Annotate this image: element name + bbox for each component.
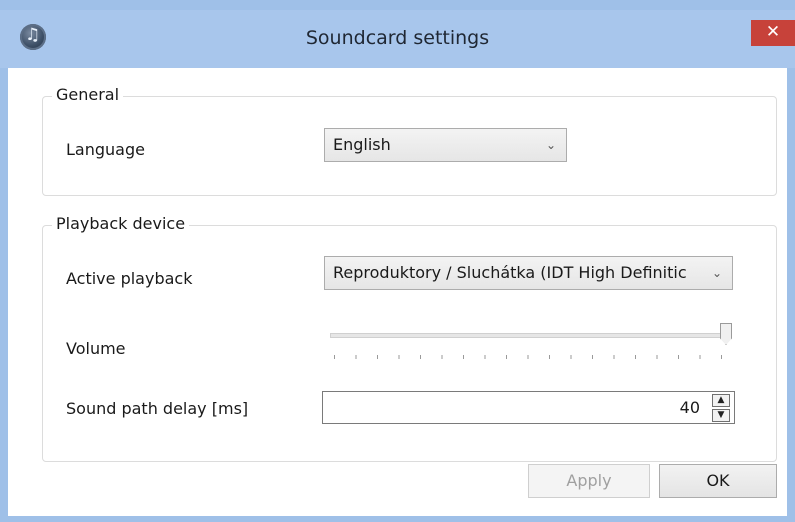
ok-button[interactable]: OK — [659, 464, 777, 498]
triangle-down-icon[interactable]: ▼ — [712, 409, 730, 422]
chevron-down-icon: ⌄ — [711, 266, 722, 280]
volume-label: Volume — [66, 339, 126, 358]
language-label: Language — [66, 140, 145, 159]
sound-path-delay-label: Sound path delay [ms] — [66, 399, 249, 418]
dialog-body: General Language English ⌄ Playback devi… — [8, 68, 787, 516]
language-dropdown[interactable]: English ⌄ — [324, 128, 567, 162]
volume-slider-ticks — [334, 355, 722, 359]
active-playback-label: Active playback — [66, 269, 193, 288]
active-playback-dropdown[interactable]: Reproduktory / Sluchátka (IDT High Defin… — [324, 256, 733, 290]
language-dropdown-value: English — [333, 135, 391, 154]
spin-arrows: ▲ ▼ — [712, 394, 732, 422]
volume-slider[interactable] — [330, 323, 734, 363]
volume-slider-thumb[interactable] — [720, 323, 732, 345]
apply-button[interactable]: Apply — [528, 464, 650, 498]
chevron-down-icon: ⌄ — [545, 138, 556, 152]
sound-path-delay-value[interactable]: 40 — [680, 398, 700, 417]
playback-group-title: Playback device — [52, 214, 190, 233]
triangle-up-icon[interactable]: ▲ — [712, 394, 730, 407]
window-title: Soundcard settings — [305, 27, 490, 49]
title-bar[interactable]: Soundcard settings ✕ — [0, 10, 795, 68]
volume-slider-track — [330, 333, 724, 338]
soundcard-settings-window: Soundcard settings ✕ General Language En… — [0, 0, 795, 522]
general-group-title: General — [52, 85, 124, 104]
active-playback-dropdown-value: Reproduktory / Sluchátka (IDT High Defin… — [333, 263, 687, 282]
sound-path-delay-stepper[interactable]: 40 ▲ ▼ — [322, 391, 735, 424]
close-button[interactable]: ✕ — [751, 20, 795, 46]
